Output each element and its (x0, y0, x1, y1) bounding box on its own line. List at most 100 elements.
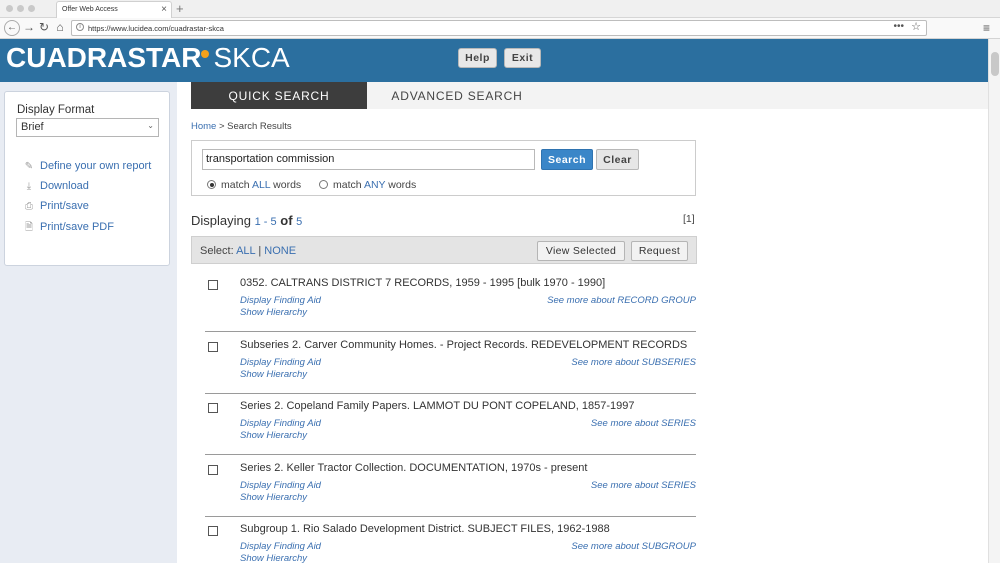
result-item: Subgroup 1. Rio Salado Development Distr… (205, 516, 696, 563)
result-title[interactable]: Subseries 2. Carver Community Homes. - P… (240, 339, 687, 351)
see-more-link[interactable]: See more about SERIES (591, 480, 696, 491)
search-button[interactable]: Search (541, 149, 593, 170)
results-count: Displaying 1 - 5 of 5 (191, 213, 302, 228)
print-save-pdf-label: Print/save PDF (40, 221, 114, 233)
logo-dot (201, 50, 210, 58)
show-hierarchy-link[interactable]: Show Hierarchy (240, 430, 307, 441)
exit-button[interactable]: Exit (504, 48, 541, 68)
back-arrow-icon[interactable]: ← (4, 20, 20, 36)
browser-tab[interactable]: Offer Web Access × (56, 1, 172, 18)
display-format-value: Brief (21, 121, 44, 133)
show-hierarchy-link[interactable]: Show Hierarchy (240, 369, 307, 380)
result-checkbox[interactable] (208, 403, 218, 413)
radio-unselected-icon (319, 180, 328, 189)
new-tab-icon[interactable]: + (176, 1, 184, 16)
logo-sub-text: SKCA (213, 42, 290, 73)
radio-selected-icon (207, 180, 216, 189)
browser-nav-bar: ← → ↻ ⌂ i https://www.lucidea.com/cuadra… (0, 18, 1000, 39)
tab-quick-search[interactable]: QUICK SEARCH (191, 82, 367, 109)
match-all-radio[interactable]: match ALL words (207, 179, 301, 191)
result-item: 0352. CALTRANS DISTRICT 7 RECORDS, 1959 … (205, 270, 696, 332)
select-separator: | (255, 245, 265, 257)
display-finding-aid-link[interactable]: Display Finding Aid (240, 480, 321, 491)
search-input[interactable]: transportation commission (202, 149, 535, 170)
tab-close-icon[interactable]: × (161, 4, 167, 15)
forward-arrow-icon[interactable]: → (21, 20, 37, 36)
result-title[interactable]: 0352. CALTRANS DISTRICT 7 RECORDS, 1959 … (240, 277, 605, 289)
view-selected-button[interactable]: View Selected (537, 241, 625, 261)
quick-search-box: transportation commission Search Clear m… (191, 140, 696, 196)
logo-main-text: CUADRASTAR (6, 42, 202, 73)
address-bar[interactable]: i https://www.lucidea.com/cuadrastar-skc… (71, 20, 927, 36)
result-checkbox[interactable] (208, 342, 218, 352)
define-report-link[interactable]: ✎ Define your own report (23, 160, 151, 172)
result-checkbox[interactable] (208, 280, 218, 290)
browser-menu-icon[interactable]: ≡ (983, 21, 990, 35)
print-save-link[interactable]: ⎙ Print/save (23, 200, 89, 212)
page-actions-icon[interactable]: ••• (893, 21, 904, 32)
result-item: Subseries 2. Carver Community Homes. - P… (205, 332, 696, 394)
bookmark-star-icon[interactable]: ☆ (911, 20, 921, 33)
clear-button[interactable]: Clear (596, 149, 639, 170)
see-more-link[interactable]: See more about SUBSERIES (571, 357, 696, 368)
scrollbar-thumb[interactable] (991, 52, 999, 76)
breadcrumb-separator: > (216, 121, 228, 132)
range-end: 5 (270, 216, 277, 228)
request-button[interactable]: Request (631, 241, 688, 261)
download-label: Download (40, 180, 89, 192)
pencil-icon: ✎ (24, 161, 34, 172)
app-header: CUADRASTAR SKCA Help Exit (0, 39, 988, 82)
printer-icon: ⎙ (25, 201, 33, 212)
chevron-down-icon: ⌄ (147, 121, 154, 130)
breadcrumb-home-link[interactable]: Home (191, 121, 216, 132)
result-title[interactable]: Series 2. Keller Tractor Collection. DOC… (240, 462, 587, 474)
print-save-pdf-link[interactable]: 🗎 Print/save PDF (23, 220, 114, 237)
see-more-link[interactable]: See more about SERIES (591, 418, 696, 429)
result-item: Series 2. Copeland Family Papers. LAMMOT… (205, 393, 696, 455)
display-finding-aid-link[interactable]: Display Finding Aid (240, 357, 321, 368)
home-icon[interactable]: ⌂ (52, 20, 68, 36)
tab-advanced-search[interactable]: ADVANCED SEARCH (367, 82, 547, 109)
total-count: 5 (296, 216, 303, 228)
display-finding-aid-link[interactable]: Display Finding Aid (240, 541, 321, 552)
see-more-link[interactable]: See more about RECORD GROUP (547, 295, 696, 306)
result-checkbox[interactable] (208, 526, 218, 536)
pdf-icon: 🗎 (24, 222, 34, 233)
result-title[interactable]: Series 2. Copeland Family Papers. LAMMOT… (240, 400, 635, 412)
breadcrumb-current: Search Results (227, 121, 292, 132)
select-controls: Select: ALL | NONE (200, 245, 296, 257)
window-zoom-dot[interactable] (28, 5, 35, 12)
app-logo: CUADRASTAR SKCA (6, 42, 290, 74)
show-hierarchy-link[interactable]: Show Hierarchy (240, 307, 307, 318)
window-minimize-dot[interactable] (17, 5, 24, 12)
help-button[interactable]: Help (458, 48, 497, 68)
display-finding-aid-link[interactable]: Display Finding Aid (240, 418, 321, 429)
reload-icon[interactable]: ↻ (36, 20, 52, 36)
browser-tab-bar: Offer Web Access × + (0, 0, 1000, 18)
of-label: of (280, 213, 293, 228)
display-finding-aid-link[interactable]: Display Finding Aid (240, 295, 321, 306)
match-all-keyword: ALL (251, 179, 271, 191)
page-scrollbar[interactable] (988, 39, 1000, 563)
see-more-link[interactable]: See more about SUBGROUP (571, 541, 696, 552)
define-report-label: Define your own report (40, 160, 152, 172)
display-format-select[interactable]: Brief ⌄ (16, 118, 159, 137)
show-hierarchy-link[interactable]: Show Hierarchy (240, 553, 307, 563)
show-hierarchy-link[interactable]: Show Hierarchy (240, 492, 307, 503)
result-title[interactable]: Subgroup 1. Rio Salado Development Distr… (240, 523, 610, 535)
match-all-pre: match (221, 179, 252, 191)
download-link[interactable]: ⤓ Download (23, 180, 89, 192)
select-label: Select: (200, 245, 234, 257)
page-number[interactable]: [1] (683, 213, 695, 225)
site-info-icon[interactable]: i (76, 23, 84, 31)
display-format-label: Display Format (17, 104, 95, 116)
breadcrumb: Home > Search Results (191, 121, 292, 132)
window-close-dot[interactable] (6, 5, 13, 12)
select-none-link[interactable]: NONE (264, 245, 296, 257)
match-any-post: words (385, 179, 417, 191)
match-any-keyword: ANY (363, 179, 386, 191)
display-options-panel: Display Format Brief ⌄ ✎ Define your own … (4, 91, 170, 266)
match-any-radio[interactable]: match ANY words (319, 179, 416, 191)
result-checkbox[interactable] (208, 465, 218, 475)
select-all-link[interactable]: ALL (236, 245, 255, 257)
